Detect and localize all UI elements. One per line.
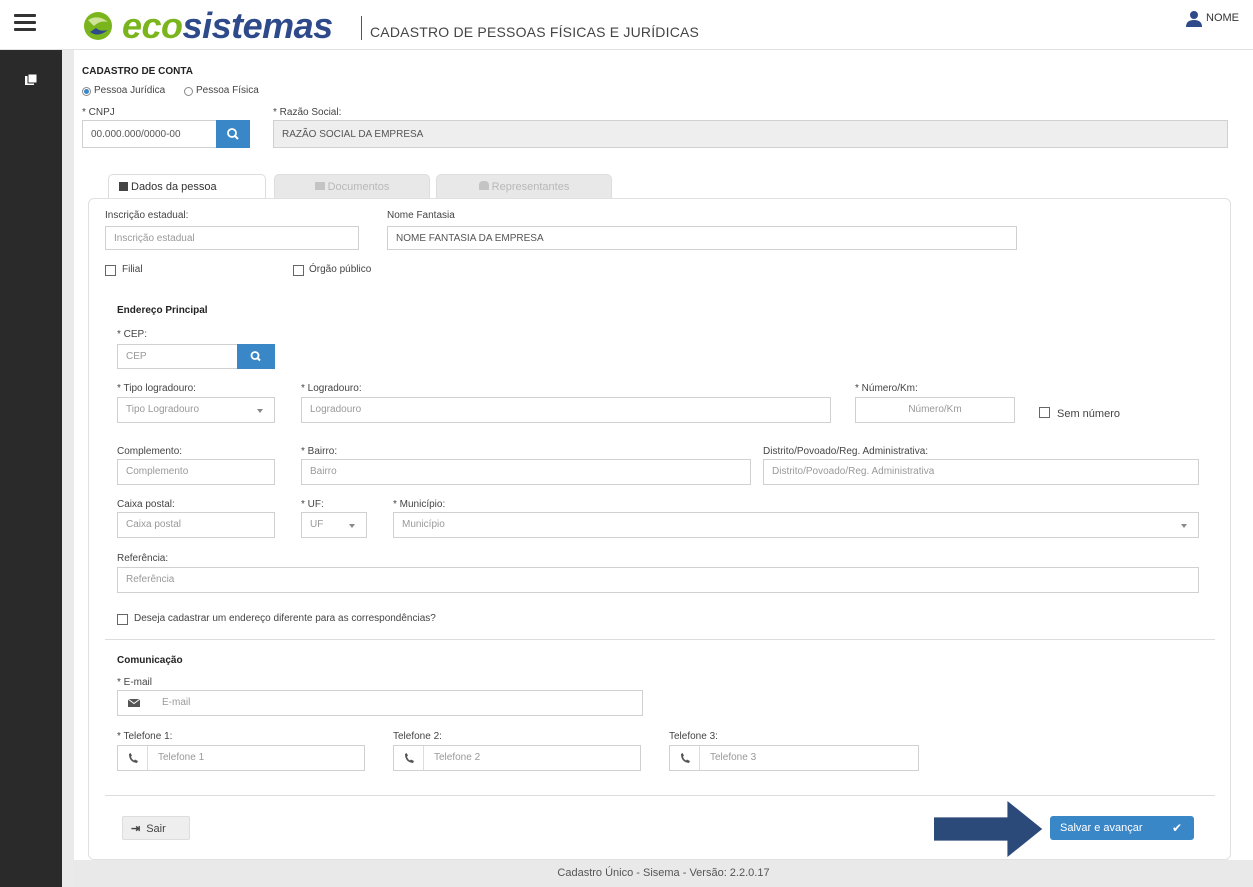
cnpj-label: * CNPJ [82,107,115,118]
inscricao-label: Inscrição estadual: [105,210,189,221]
sair-button[interactable]: ⇥ Sair [122,816,190,840]
footer: Cadastro Único - Sisema - Versão: 2.2.0.… [74,860,1253,887]
tipo-logradouro-label: * Tipo logradouro: [117,383,196,394]
telefone3-input[interactable]: Telefone 3 [669,745,919,771]
tipo-logradouro-select[interactable]: Tipo Logradouro [117,397,275,423]
email-input[interactable]: E-mail [117,690,643,716]
caixa-postal-label: Caixa postal: [117,499,175,510]
search-icon [227,128,239,140]
razao-social-label: * Razão Social: [273,107,342,118]
cnpj-input[interactable]: 00.000.000/0000-00 [82,120,217,148]
top-bar: ecosistemas CADASTRO DE PESSOAS FÍSICAS … [0,0,1253,50]
correspondencia-checkbox[interactable] [117,614,128,625]
endereco-title: Endereço Principal [117,305,208,316]
user-card-icon [119,182,128,191]
logo-icon [84,12,112,40]
account-title: CADASTRO DE CONTA [82,66,193,77]
orgao-publico-label: Órgão público [309,264,372,275]
bairro-label: * Bairro: [301,446,338,457]
radio-pessoa-juridica[interactable] [82,87,91,96]
telefone2-input[interactable]: Telefone 2 [393,745,641,771]
user-icon[interactable] [1185,10,1203,28]
logradouro-label: * Logradouro: [301,383,362,394]
phone-icon [670,746,700,770]
cnpj-search-button[interactable] [216,120,250,148]
envelope-icon [119,691,149,715]
orgao-publico-checkbox[interactable] [293,265,304,276]
sem-numero-label: Sem número [1057,408,1120,420]
sem-numero-checkbox[interactable] [1039,407,1050,418]
numero-input[interactable]: Número/Km [855,397,1015,423]
tab-documentos[interactable]: Documentos [274,174,430,198]
actions-divider [105,795,1215,796]
page-subtitle: CADASTRO DE PESSOAS FÍSICAS E JURÍDICAS [370,24,700,40]
sidebar-document-icon[interactable] [24,74,38,86]
telefone1-label: * Telefone 1: [117,731,173,742]
documents-icon [314,182,325,190]
bairro-input[interactable]: Bairro [301,459,751,485]
phone-icon [118,746,148,770]
filial-checkbox[interactable] [105,265,116,276]
logo-separator [361,16,362,40]
distrito-input[interactable]: Distrito/Povoado/Reg. Administrativa [763,459,1199,485]
chevron-down-icon [257,409,263,413]
radio-pessoa-juridica-label[interactable]: Pessoa Jurídica [94,85,165,96]
chevron-down-icon [349,524,355,528]
user-name[interactable]: NOME [1206,12,1239,24]
chevron-down-icon [1181,524,1187,528]
cep-label: * CEP: [117,329,148,340]
numero-label: * Número/Km: [855,383,918,394]
municipio-select[interactable]: Município [393,512,1199,538]
search-icon [250,351,261,362]
comunicacao-title: Comunicação [117,655,183,666]
tab-representantes[interactable]: Representantes [436,174,612,198]
sidebar [0,50,62,887]
filial-label: Filial [122,264,143,275]
salvar-avancar-button[interactable]: Salvar e avançar ✔ [1050,816,1194,840]
arrow-annotation [934,800,1043,858]
telefone1-input[interactable]: Telefone 1 [117,745,365,771]
check-icon: ✔ [1171,821,1182,835]
referencia-label: Referência: [117,553,169,564]
cep-search-button[interactable] [237,344,275,369]
tab-dados-pessoa[interactable]: Dados da pessoa [108,174,266,199]
nome-fantasia-label: Nome Fantasia [387,210,455,221]
menu-icon[interactable] [14,14,36,32]
email-label: * E-mail [117,677,153,688]
razao-social-input[interactable]: RAZÃO SOCIAL DA EMPRESA [273,120,1228,148]
phone-icon [394,746,424,770]
complemento-input[interactable]: Complemento [117,459,275,485]
users-icon [478,181,489,190]
main-content: CADASTRO DE CONTA Pessoa Jurídica Pessoa… [74,50,1253,860]
sidebar-divider [62,50,74,887]
complemento-label: Complemento: [117,446,183,457]
uf-select[interactable]: UF [301,512,367,538]
referencia-input[interactable]: Referência [117,567,1199,593]
caixa-postal-input[interactable]: Caixa postal [117,512,275,538]
section-divider [105,639,1215,640]
inscricao-estadual-input[interactable]: Inscrição estadual [105,226,359,250]
distrito-label: Distrito/Povoado/Reg. Administrativa: [763,446,929,457]
uf-label: * UF: [301,499,324,510]
logradouro-input[interactable]: Logradouro [301,397,831,423]
correspondencia-label: Deseja cadastrar um endereço diferente p… [134,613,436,624]
radio-pessoa-fisica-label[interactable]: Pessoa Física [196,85,259,96]
nome-fantasia-input[interactable]: NOME FANTASIA DA EMPRESA [387,226,1017,250]
telefone2-label: Telefone 2: [393,731,442,742]
telefone3-label: Telefone 3: [669,731,718,742]
form-panel: Inscrição estadual: Inscrição estadual N… [88,198,1231,860]
sign-out-icon: ⇥ [131,823,141,835]
radio-pessoa-fisica[interactable] [184,87,193,96]
logo-text: ecosistemas [122,5,333,46]
cep-input[interactable]: CEP [117,344,239,369]
municipio-label: * Município: [393,499,446,510]
